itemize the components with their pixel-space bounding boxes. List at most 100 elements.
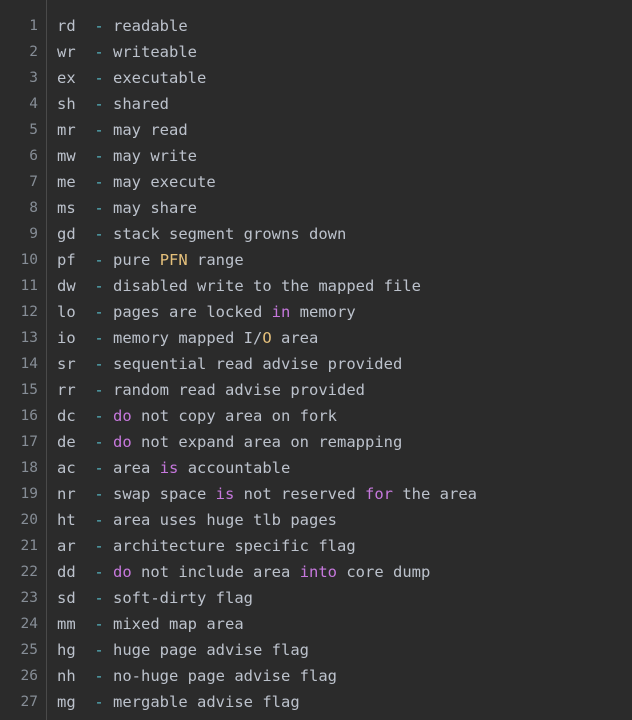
token-flag: sr — [57, 355, 76, 373]
line-content[interactable]: nr - swap space is not reserved for the … — [57, 481, 477, 507]
line-number: 11 — [20, 278, 38, 294]
code-editor[interactable]: 1 rd - readable 2 wr - writeable 3 ex - execu… — [0, 0, 632, 720]
line-content[interactable]: io - memory mapped I/O area — [57, 325, 318, 351]
token-plain: disabled write to the mapped file — [103, 277, 421, 295]
token-flag: gd — [57, 225, 76, 243]
line-content[interactable]: ex - executable — [57, 65, 206, 91]
token-plain: not copy area on fork — [131, 407, 338, 425]
code-line[interactable]: 18 ac - area is accountable — [0, 455, 632, 481]
line-content[interactable]: sd - soft-dirty flag — [57, 585, 253, 611]
token-flag: dd — [57, 563, 76, 581]
token-flag: io — [57, 329, 76, 347]
line-content[interactable]: sr - sequential read advise provided — [57, 351, 402, 377]
code-line[interactable]: 20 ht - area uses huge tlb pages — [0, 507, 632, 533]
line-content[interactable]: ht - area uses huge tlb pages — [57, 507, 337, 533]
code-line[interactable]: 7 me - may execute — [0, 169, 632, 195]
code-line[interactable]: 5 mr - may read — [0, 117, 632, 143]
line-content[interactable]: rd - readable — [57, 13, 188, 39]
line-number: 7 — [29, 174, 38, 190]
code-line[interactable]: 11 dw - disabled write to the mapped file — [0, 273, 632, 299]
token-dash: - — [94, 355, 104, 373]
token-dash: - — [94, 225, 104, 243]
line-content[interactable]: nh - no-huge page advise flag — [57, 663, 337, 689]
code-line[interactable]: 1 rd - readable — [0, 13, 632, 39]
code-line[interactable]: 19 nr - swap space is not reserved for th… — [0, 481, 632, 507]
token-keyword: into — [299, 563, 338, 581]
code-line[interactable]: 27 mg - mergable advise flag — [0, 689, 632, 715]
code-line[interactable]: 16 dc - do not copy area on fork — [0, 403, 632, 429]
token-plain: may share — [103, 199, 198, 217]
line-content[interactable]: mw - may write — [57, 143, 197, 169]
line-content[interactable]: ms - may share — [57, 195, 197, 221]
token-flag: mr — [57, 121, 76, 139]
code-line[interactable]: 6 mw - may write — [0, 143, 632, 169]
line-content[interactable]: mg - mergable advise flag — [57, 689, 300, 715]
line-number: 8 — [29, 200, 38, 216]
code-line[interactable]: 8 ms - may share — [0, 195, 632, 221]
line-content[interactable]: me - may execute — [57, 169, 216, 195]
line-content[interactable]: mm - mixed map area — [57, 611, 244, 637]
code-line[interactable]: 26 nh - no-huge page advise flag — [0, 663, 632, 689]
line-content[interactable]: dw - disabled write to the mapped file — [57, 273, 421, 299]
code-line[interactable]: 23 sd - soft-dirty flag — [0, 585, 632, 611]
token-dash: - — [94, 589, 104, 607]
line-content[interactable]: mr - may read — [57, 117, 188, 143]
code-line[interactable]: 25 hg - huge page advise flag — [0, 637, 632, 663]
line-content[interactable]: sh - shared — [57, 91, 169, 117]
code-line[interactable]: 3 ex - executable — [0, 65, 632, 91]
code-line[interactable]: 12 lo - pages are locked in memory — [0, 299, 632, 325]
line-content[interactable]: gd - stack segment growns down — [57, 221, 346, 247]
line-number: 6 — [29, 148, 38, 164]
token-plain: random read advise provided — [103, 381, 365, 399]
line-number: 12 — [20, 304, 38, 320]
token-plain: huge page advise flag — [103, 641, 309, 659]
line-content[interactable]: wr - writeable — [57, 39, 197, 65]
token-flag: mm — [57, 615, 76, 633]
token-plain: soft-dirty flag — [103, 589, 253, 607]
line-number: 5 — [29, 122, 38, 138]
line-content[interactable]: pf - pure PFN range — [57, 247, 244, 273]
line-content[interactable]: dc - do not copy area on fork — [57, 403, 337, 429]
line-content[interactable]: dd - do not include area into core dump — [57, 559, 430, 585]
line-content[interactable]: rr - random read advise provided — [57, 377, 365, 403]
line-number: 13 — [20, 330, 38, 346]
code-line[interactable]: 10 pf - pure PFN range — [0, 247, 632, 273]
token-flag: ex — [57, 69, 76, 87]
code-line[interactable]: 21 ar - architecture specific flag — [0, 533, 632, 559]
token-dash: - — [94, 329, 104, 347]
token-flag: lo — [57, 303, 76, 321]
code-line[interactable]: 24 mm - mixed map area — [0, 611, 632, 637]
token-plain: area — [271, 329, 319, 347]
token-dash: - — [94, 147, 104, 165]
line-number: 10 — [20, 252, 38, 268]
token-plain: stack segment growns down — [103, 225, 347, 243]
token-plain: area uses huge tlb pages — [103, 511, 337, 529]
code-line[interactable]: 22 dd - do not include area into core dum… — [0, 559, 632, 585]
line-content[interactable]: hg - huge page advise flag — [57, 637, 309, 663]
code-line[interactable]: 4 sh - shared — [0, 91, 632, 117]
line-content[interactable]: ar - architecture specific flag — [57, 533, 356, 559]
token-keyword: do — [113, 407, 132, 425]
line-content[interactable]: lo - pages are locked in memory — [57, 299, 356, 325]
code-line[interactable]: 17 de - do not expand area on remapping — [0, 429, 632, 455]
line-content[interactable]: de - do not expand area on remapping — [57, 429, 402, 455]
line-number: 14 — [20, 356, 38, 372]
line-number: 22 — [20, 564, 38, 580]
token-plain: mixed map area — [103, 615, 244, 633]
line-content[interactable]: ac - area is accountable — [57, 455, 290, 481]
code-line[interactable]: 13 io - memory mapped I/O area — [0, 325, 632, 351]
code-line[interactable]: 9 gd - stack segment growns down — [0, 221, 632, 247]
code-line[interactable]: 2 wr - writeable — [0, 39, 632, 65]
code-line[interactable]: 14 sr - sequential read advise provided — [0, 351, 632, 377]
code-line[interactable]: 15 rr - random read advise provided — [0, 377, 632, 403]
token-flag: mg — [57, 693, 76, 711]
token-keyword: for — [365, 485, 393, 503]
